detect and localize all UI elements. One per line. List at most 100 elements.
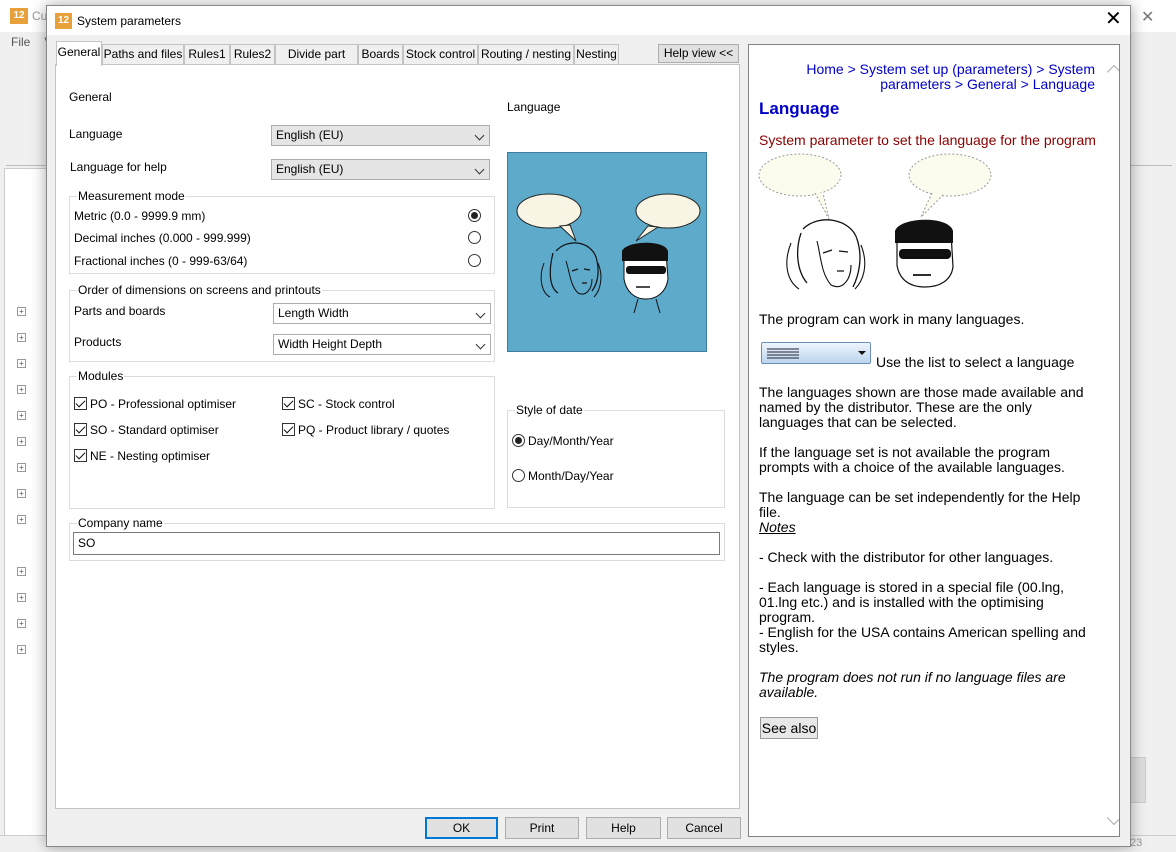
company-name-input[interactable]: SO [73, 532, 720, 555]
tree-expand-icon[interactable]: + [17, 567, 26, 576]
metric-radio[interactable] [468, 209, 481, 222]
fractional-inches-radio[interactable] [468, 254, 481, 267]
tree-expand-icon[interactable]: + [17, 619, 26, 628]
fractional-inches-option-label: Fractional inches (0 - 999-63/64) [74, 254, 248, 268]
tree-expand-icon[interactable]: + [17, 385, 26, 394]
help-button[interactable]: Help [586, 817, 661, 839]
po-label: PO - Professional optimiser [90, 397, 237, 411]
tab-divide-part-lists[interactable]: Divide part lists [275, 44, 358, 80]
tree-expand-icon[interactable]: + [17, 333, 26, 342]
help-note: - Each language is stored in a special f… [759, 579, 1065, 625]
help-paragraph: The program does not run if no language … [759, 669, 1066, 700]
cancel-button[interactable]: Cancel [667, 817, 741, 839]
help-select-caption: Use the list to select a language [876, 354, 1075, 370]
breadcrumb[interactable]: Home > System set up (parameters) > Syst… [769, 62, 1095, 92]
help-notes-heading: Notes [759, 519, 796, 535]
measurement-mode-title: Measurement mode [77, 189, 186, 203]
company-name-title: Company name [77, 516, 164, 530]
tab-nesting[interactable]: Nesting [574, 44, 619, 65]
sc-label: SC - Stock control [298, 397, 395, 411]
dialog-titlebar [47, 6, 1130, 35]
background-tree: + + + + + + + + + + + + + [4, 168, 48, 838]
parts-boards-label: Parts and boards [74, 304, 166, 318]
date-style-title: Style of date [515, 403, 584, 417]
menu-file[interactable]: File [11, 35, 30, 49]
tree-expand-icon[interactable]: + [17, 593, 26, 602]
ne-label: NE - Nesting optimiser [90, 449, 211, 463]
help-note: - Check with the distributor for other l… [759, 549, 1054, 565]
speech-bubbles-faces-icon [758, 153, 992, 290]
tab-routing-nesting[interactable]: Routing / nesting [478, 44, 574, 65]
language-illustration [507, 152, 707, 352]
chevron-down-icon [474, 164, 485, 175]
chevron-down-icon [475, 339, 486, 350]
pq-label: PQ - Product library / quotes [298, 423, 450, 437]
month-day-year-radio[interactable] [512, 469, 525, 482]
help-subtitle: System parameter to set the language for… [759, 132, 1096, 148]
parts-boards-select[interactable]: Length Width [273, 303, 491, 324]
ok-button[interactable]: OK [425, 817, 498, 839]
close-icon[interactable]: ✕ [1105, 9, 1122, 29]
modules-title: Modules [77, 369, 125, 383]
day-month-year-label: Day/Month/Year [528, 434, 614, 448]
background-button[interactable] [1130, 757, 1146, 803]
tree-expand-icon[interactable]: + [17, 645, 26, 654]
scroll-down-icon[interactable] [1106, 810, 1119, 826]
dialog-title: System parameters [77, 14, 182, 28]
help-note: - English for the USA contains American … [759, 624, 1086, 655]
help-language-select-image [761, 342, 871, 364]
day-month-year-radio[interactable] [512, 434, 525, 447]
tab-general[interactable]: General [56, 41, 102, 66]
background-close-icon[interactable]: ✕ [1141, 7, 1154, 27]
dimension-order-title: Order of dimensions on screens and print… [77, 283, 322, 297]
language-select-value: English (EU) [276, 128, 344, 142]
products-label: Products [74, 335, 122, 349]
chevron-down-icon [475, 308, 486, 319]
tab-boards[interactable]: Boards [358, 44, 403, 65]
system-parameters-dialog: 12 System parameters ✕ General Paths and… [46, 5, 1131, 847]
so-checkbox[interactable] [74, 423, 87, 436]
tree-expand-icon[interactable]: + [17, 489, 26, 498]
image-caption: Language [507, 100, 561, 114]
help-language-select[interactable]: English (EU) [271, 159, 490, 180]
general-tab-panel: General Language Language English (EU) L… [55, 64, 740, 809]
speech-bubbles-faces-icon [516, 193, 701, 314]
scroll-up-icon[interactable] [1106, 64, 1119, 80]
see-also-button[interactable]: See also [760, 717, 818, 739]
help-language-label: Language for help [70, 160, 167, 174]
tab-rules2[interactable]: Rules2 [230, 44, 275, 65]
measurement-mode-group: Measurement mode Metric (0.0 - 9999.9 mm… [69, 189, 495, 274]
tab-rules1[interactable]: Rules1 [184, 44, 230, 65]
month-day-year-label: Month/Day/Year [528, 469, 614, 483]
ne-checkbox[interactable] [74, 449, 87, 462]
tab-paths-and-files[interactable]: Paths and files [102, 44, 184, 65]
print-button[interactable]: Print [505, 817, 579, 839]
tree-expand-icon[interactable]: + [17, 359, 26, 368]
dialog-logo-icon: 12 [55, 13, 72, 29]
decimal-inches-radio[interactable] [468, 231, 481, 244]
so-label: SO - Standard optimiser [90, 423, 219, 437]
language-select[interactable]: English (EU) [271, 125, 490, 146]
sc-checkbox[interactable] [282, 397, 295, 410]
products-select[interactable]: Width Height Depth [273, 334, 491, 355]
metric-option-label: Metric (0.0 - 9999.9 mm) [74, 209, 206, 223]
breadcrumb-line[interactable]: Home > System set up (parameters) > Syst… [769, 62, 1095, 77]
help-view-button[interactable]: Help view << [658, 44, 739, 63]
tab-stock-control[interactable]: Stock control [403, 44, 478, 65]
tree-expand-icon[interactable]: + [17, 437, 26, 446]
products-select-value: Width Height Depth [278, 337, 383, 351]
chevron-down-icon [474, 130, 485, 141]
dimension-order-group: Order of dimensions on screens and print… [69, 283, 495, 362]
section-title: General [69, 90, 112, 104]
breadcrumb-line[interactable]: parameters > General > Language [769, 77, 1095, 92]
language-label: Language [69, 127, 123, 141]
help-heading: Language [759, 99, 840, 118]
po-checkbox[interactable] [74, 397, 87, 410]
pq-checkbox[interactable] [282, 423, 295, 436]
help-paragraph: The program can work in many languages. [759, 311, 1025, 327]
tree-expand-icon[interactable]: + [17, 463, 26, 472]
tree-expand-icon[interactable]: + [17, 307, 26, 316]
list-lines-icon [767, 348, 866, 359]
tree-expand-icon[interactable]: + [17, 515, 26, 524]
tree-expand-icon[interactable]: + [17, 411, 26, 420]
